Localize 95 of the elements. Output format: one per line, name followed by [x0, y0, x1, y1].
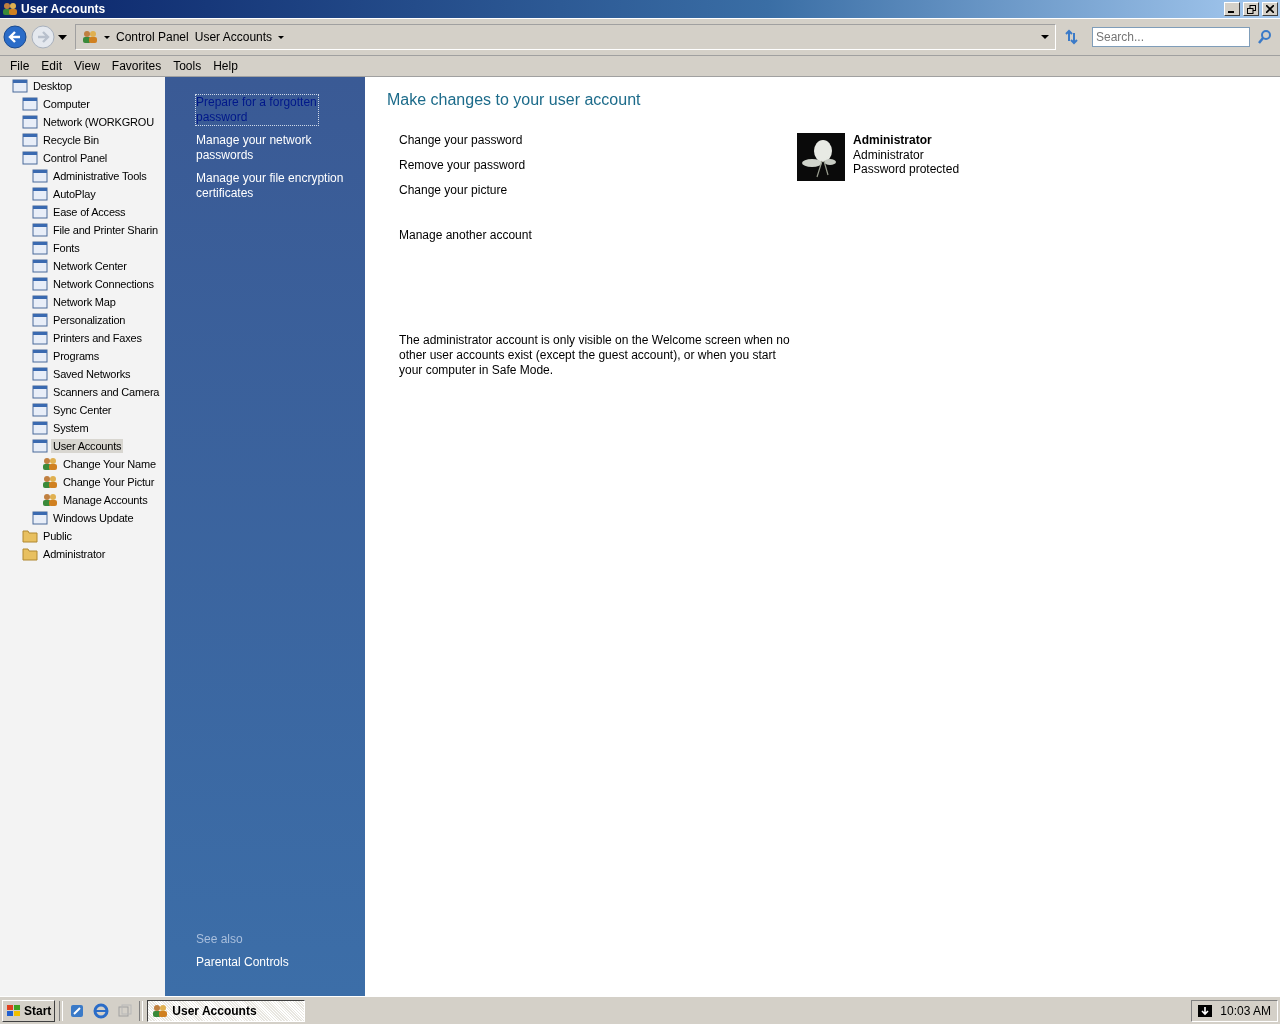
folder-icon — [22, 528, 38, 544]
restore-icon — [1246, 4, 1256, 14]
taskbar-button[interactable]: User Accounts — [147, 999, 306, 1022]
tree-item[interactable]: Network Map — [51, 295, 118, 309]
window-icon — [32, 330, 48, 346]
tree-item[interactable]: Network Connections — [51, 277, 156, 291]
tree-item[interactable]: Scanners and Camera — [51, 385, 162, 399]
caret-icon[interactable] — [1041, 35, 1049, 39]
account-status: Password protected — [853, 162, 960, 177]
task-link[interactable]: Manage your network passwords — [196, 133, 346, 163]
task-link[interactable]: Manage your file encryption certificates — [196, 171, 346, 201]
users-icon — [2, 2, 18, 16]
clock: 10:03 AM — [1220, 1003, 1271, 1018]
tree-item[interactable]: Control Panel — [41, 151, 110, 165]
tree-item[interactable]: Manage Accounts — [61, 493, 150, 507]
window-icon — [32, 384, 48, 400]
window-icon — [32, 240, 48, 256]
window-icon — [22, 114, 38, 130]
caret-icon — [104, 35, 110, 39]
task-link[interactable]: Change your password — [399, 133, 797, 148]
window-icon — [22, 150, 38, 166]
task-link[interactable]: Change your picture — [399, 183, 797, 198]
breadcrumb[interactable]: Control Panel — [116, 30, 189, 44]
back-button[interactable] — [2, 24, 28, 50]
task-link[interactable]: Remove your password — [399, 158, 797, 173]
caret-icon[interactable] — [58, 34, 67, 40]
users-icon — [42, 493, 58, 507]
tree-item[interactable]: Administrator — [41, 547, 108, 561]
window-icon — [32, 312, 48, 328]
window-icon — [32, 186, 48, 202]
tree-item[interactable]: Saved Networks — [51, 367, 133, 381]
tree-item[interactable]: Sync Center — [51, 403, 114, 417]
page-heading: Make changes to your user account — [387, 91, 642, 109]
tree-item[interactable]: File and Printer Sharin — [51, 223, 160, 237]
window-icon — [32, 420, 48, 436]
window-icon — [32, 168, 48, 184]
minimize-button[interactable] — [1224, 2, 1240, 16]
window-title: User Accounts — [21, 2, 107, 16]
tree-item[interactable]: Personalization — [51, 313, 128, 327]
close-icon — [1266, 5, 1274, 13]
users-icon — [42, 457, 58, 471]
tree-item[interactable]: Fonts — [51, 241, 82, 255]
tree-item[interactable]: Network Center — [51, 259, 129, 273]
close-button[interactable] — [1262, 2, 1278, 16]
window-icon — [32, 204, 48, 220]
see-also-link[interactable]: Parental Controls — [196, 955, 346, 970]
users-icon — [152, 1003, 169, 1018]
tree-item[interactable]: Change Your Name — [61, 457, 158, 471]
tree-item[interactable]: Printers and Faxes — [51, 331, 144, 345]
tree-item[interactable]: Ease of Access — [51, 205, 128, 219]
tree-item[interactable]: Computer — [41, 97, 92, 111]
window-icon — [22, 132, 38, 148]
window-icon — [32, 348, 48, 364]
window-icon — [32, 438, 48, 454]
window-icon — [32, 258, 48, 274]
tree-item[interactable]: Recycle Bin — [41, 133, 101, 147]
menu-item[interactable]: Favorites — [105, 57, 168, 75]
window-icon — [32, 402, 48, 418]
window-icon — [32, 294, 48, 310]
tree-item[interactable]: System — [51, 421, 91, 435]
address-field[interactable]: Control Panel User Accounts — [75, 24, 1056, 50]
folder-icon — [22, 546, 38, 562]
window-icon — [32, 276, 48, 292]
tree-item[interactable]: Network (WORKGROU — [41, 115, 156, 129]
start-button[interactable]: Start — [2, 999, 56, 1022]
tree-item[interactable]: Administrative Tools — [51, 169, 149, 183]
window-icon — [32, 366, 48, 382]
window-icon — [32, 222, 48, 238]
task-link[interactable]: Manage another account — [399, 228, 797, 243]
tree-item[interactable]: Public — [41, 529, 74, 543]
menu-item[interactable]: File — [4, 57, 36, 75]
restore-button[interactable] — [1243, 2, 1259, 16]
start-icon — [6, 1003, 22, 1018]
see-also-heading: See also — [196, 932, 244, 946]
window-icon — [32, 510, 48, 526]
account-type: Administrator — [853, 147, 925, 162]
tree-item[interactable]: Desktop — [31, 79, 74, 93]
account-name: Administrator — [853, 133, 933, 148]
tree-item[interactable]: Change Your Pictur — [61, 475, 157, 489]
search-field[interactable]: Search... — [1092, 27, 1250, 47]
info-text: The administrator account is only visible on the Welcome screen when no other user accounts exist (except the guest account), or when you start your computer in Safe Mode. — [399, 333, 791, 378]
breadcrumb[interactable]: User Accounts — [194, 30, 273, 44]
tree-item[interactable]: User Accounts — [51, 439, 124, 453]
window-icon — [22, 96, 38, 112]
users-icon — [82, 30, 98, 44]
tree-item[interactable]: AutoPlay — [51, 187, 98, 201]
menu-item[interactable]: View — [68, 57, 106, 75]
menu-item[interactable]: Help — [207, 57, 244, 75]
caret-icon — [278, 35, 285, 39]
users-icon — [42, 475, 58, 489]
menu-item[interactable]: Tools — [167, 57, 208, 75]
tree-item[interactable]: Programs — [51, 349, 102, 363]
download-icon[interactable] — [1198, 1004, 1213, 1017]
tree-item[interactable]: Windows Update — [51, 511, 136, 525]
menu-item[interactable]: Edit — [35, 57, 69, 75]
